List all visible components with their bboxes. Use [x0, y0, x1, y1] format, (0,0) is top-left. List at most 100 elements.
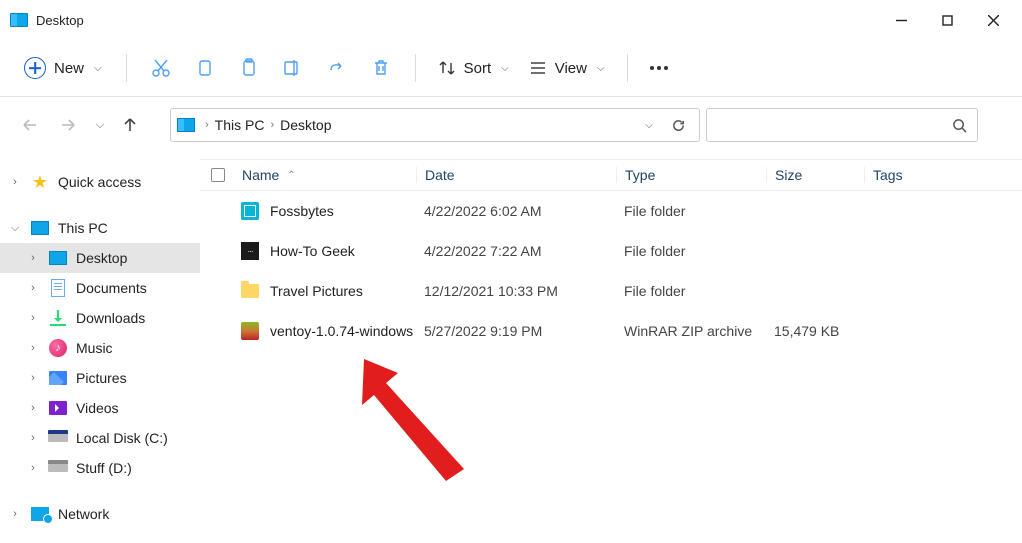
file-row[interactable]: Travel Pictures 12/12/2021 10:33 PM File… — [200, 271, 1022, 311]
sidebar-item-videos[interactable]: › Videos — [0, 393, 200, 423]
new-button[interactable]: New ⌵ — [14, 51, 112, 85]
sidebar-label: Downloads — [76, 310, 145, 326]
recent-locations-button[interactable]: ⌵ — [90, 109, 108, 141]
chevron-down-icon: ⌵ — [94, 63, 102, 74]
file-name: Fossbytes — [270, 203, 334, 219]
app-icon — [240, 201, 260, 221]
picture-icon — [48, 368, 68, 388]
sidebar-item-this-pc[interactable]: ⌵ This PC — [0, 213, 200, 243]
chevron-right-icon[interactable]: › — [26, 282, 40, 294]
archive-icon — [240, 321, 260, 341]
refresh-button[interactable] — [663, 118, 693, 133]
annotation-arrow — [354, 349, 494, 492]
title-bar: Desktop — [0, 0, 1022, 40]
close-button[interactable] — [970, 4, 1016, 36]
search-input[interactable] — [706, 108, 978, 142]
column-type[interactable]: Type — [616, 167, 766, 183]
sidebar-item-documents[interactable]: › Documents — [0, 273, 200, 303]
chevron-right-icon[interactable]: › — [26, 402, 40, 414]
select-all-checkbox[interactable] — [200, 168, 236, 182]
column-size[interactable]: Size — [766, 167, 864, 183]
sort-button[interactable]: Sort ⌵ — [430, 55, 517, 81]
up-button[interactable] — [114, 109, 146, 141]
breadcrumb-item[interactable]: Desktop — [278, 117, 333, 133]
chevron-right-icon[interactable]: › — [8, 176, 22, 188]
column-name[interactable]: Name ⌃ — [236, 167, 416, 183]
sidebar-item-network[interactable]: › Network — [0, 499, 200, 529]
column-tags[interactable]: Tags — [864, 167, 1022, 183]
forward-button[interactable] — [52, 109, 84, 141]
minimize-button[interactable] — [878, 4, 924, 36]
divider — [415, 54, 416, 82]
file-date: 12/12/2021 10:33 PM — [416, 283, 616, 299]
back-button[interactable] — [14, 109, 46, 141]
chevron-right-icon[interactable]: › — [26, 312, 40, 324]
address-bar[interactable]: › This PC › Desktop ⌵ — [170, 108, 700, 142]
copy-button[interactable] — [185, 48, 225, 88]
column-label: Size — [775, 167, 802, 183]
chevron-right-icon[interactable]: › — [26, 252, 40, 264]
video-icon — [48, 398, 68, 418]
sidebar-item-pictures[interactable]: › Pictures — [0, 363, 200, 393]
file-type: WinRAR ZIP archive — [616, 323, 766, 339]
sidebar-item-local-disk-c[interactable]: › Local Disk (C:) — [0, 423, 200, 453]
share-button[interactable] — [317, 48, 357, 88]
file-row[interactable]: How-To Geek 4/22/2022 7:22 AM File folde… — [200, 231, 1022, 271]
address-dropdown-button[interactable]: ⌵ — [633, 120, 663, 131]
sidebar-item-desktop[interactable]: › Desktop — [0, 243, 200, 273]
sidebar-item-downloads[interactable]: › Downloads — [0, 303, 200, 333]
delete-button[interactable] — [361, 48, 401, 88]
drive-icon — [48, 428, 68, 448]
paste-button[interactable] — [229, 48, 269, 88]
toolbar: New ⌵ Sort ⌵ View ⌵ — [0, 40, 1022, 96]
drive-icon — [48, 458, 68, 478]
location-icon — [177, 118, 195, 132]
chevron-right-icon[interactable]: › — [201, 119, 213, 131]
chevron-down-icon: ⌵ — [96, 119, 104, 132]
new-label: New — [54, 60, 84, 77]
chevron-right-icon[interactable]: › — [26, 462, 40, 474]
file-list: Name ⌃ Date Type Size Tags Fossbytes 4/2… — [200, 153, 1022, 543]
sidebar-label: This PC — [58, 220, 108, 236]
column-label: Name — [242, 167, 279, 183]
file-type: File folder — [616, 243, 766, 259]
chevron-right-icon[interactable]: › — [26, 342, 40, 354]
see-more-button[interactable] — [642, 66, 676, 70]
file-row[interactable]: ventoy-1.0.74-windows 5/27/2022 9:19 PM … — [200, 311, 1022, 351]
sort-label: Sort — [464, 60, 492, 77]
maximize-button[interactable] — [924, 4, 970, 36]
file-date: 4/22/2022 6:02 AM — [416, 203, 616, 219]
rename-button[interactable] — [273, 48, 313, 88]
cut-button[interactable] — [141, 48, 181, 88]
chevron-down-icon[interactable]: ⌵ — [8, 222, 22, 235]
chevron-right-icon[interactable]: › — [26, 372, 40, 384]
chevron-right-icon[interactable]: › — [26, 432, 40, 444]
sidebar-label: Stuff (D:) — [76, 460, 132, 476]
sidebar-label: Desktop — [76, 250, 127, 266]
window-title: Desktop — [36, 13, 84, 28]
sidebar-item-quick-access[interactable]: › ★ Quick access — [0, 167, 200, 197]
breadcrumb-item[interactable]: This PC — [213, 117, 267, 133]
sidebar-label: Music — [76, 340, 113, 356]
chevron-down-icon: ⌵ — [597, 63, 605, 74]
sidebar-item-music[interactable]: › Music — [0, 333, 200, 363]
file-date: 5/27/2022 9:19 PM — [416, 323, 616, 339]
file-size: 15,479 KB — [766, 323, 864, 339]
sidebar-label: Quick access — [58, 174, 141, 190]
chevron-right-icon[interactable]: › — [8, 508, 22, 520]
plus-icon — [24, 57, 46, 79]
file-name: ventoy-1.0.74-windows — [270, 323, 413, 339]
divider — [627, 54, 628, 82]
chevron-right-icon[interactable]: › — [266, 119, 278, 131]
view-button[interactable]: View ⌵ — [521, 55, 613, 81]
app-icon — [10, 13, 28, 27]
document-icon — [48, 278, 68, 298]
file-row[interactable]: Fossbytes 4/22/2022 6:02 AM File folder — [200, 191, 1022, 231]
desktop-icon — [48, 248, 68, 268]
sidebar-label: Pictures — [76, 370, 127, 386]
divider — [126, 54, 127, 82]
column-date[interactable]: Date — [416, 167, 616, 183]
sidebar-label: Local Disk (C:) — [76, 430, 168, 446]
sidebar-item-stuff-d[interactable]: › Stuff (D:) — [0, 453, 200, 483]
file-type: File folder — [616, 283, 766, 299]
